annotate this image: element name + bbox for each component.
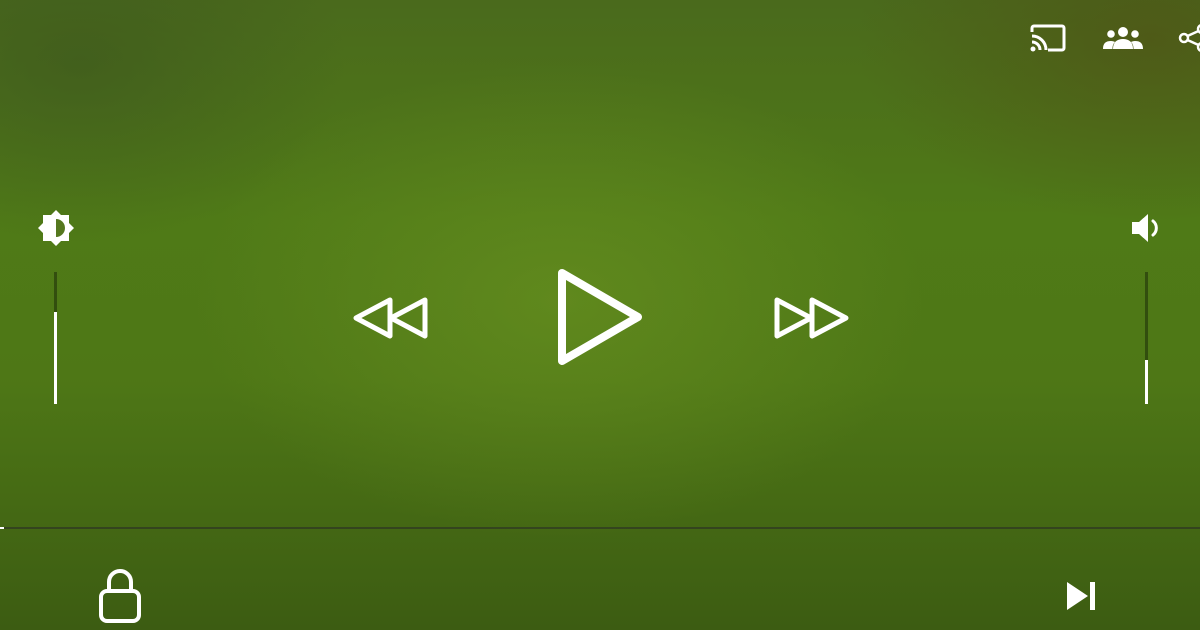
lock-button[interactable] <box>96 566 144 626</box>
lock-icon <box>99 569 141 623</box>
share-icon <box>1178 24 1200 52</box>
seek-progress <box>0 527 4 529</box>
brightness-slider[interactable] <box>54 272 57 404</box>
play-icon <box>558 269 642 365</box>
skip-next-icon <box>1067 582 1095 610</box>
brightness-indicator <box>34 206 78 250</box>
brightness-icon <box>38 210 74 246</box>
cast-icon <box>1030 24 1066 52</box>
volume-indicator <box>1124 206 1168 250</box>
share-button[interactable] <box>1176 22 1200 54</box>
volume-slider[interactable] <box>1145 272 1148 404</box>
cast-button[interactable] <box>1026 20 1070 56</box>
skip-next-button[interactable] <box>1060 576 1102 616</box>
video-player[interactable] <box>0 0 1200 630</box>
volume-icon <box>1132 214 1158 242</box>
rewind-button[interactable] <box>348 288 432 348</box>
seek-bar[interactable] <box>0 527 1200 529</box>
play-button[interactable] <box>550 262 650 372</box>
rewind-icon <box>353 297 428 339</box>
fast-forward-icon <box>774 297 849 339</box>
watch-party-icon <box>1103 27 1143 49</box>
volume-level <box>1145 360 1148 404</box>
fast-forward-button[interactable] <box>770 288 854 348</box>
brightness-level <box>54 311 57 404</box>
watch-party-button[interactable] <box>1100 22 1146 54</box>
